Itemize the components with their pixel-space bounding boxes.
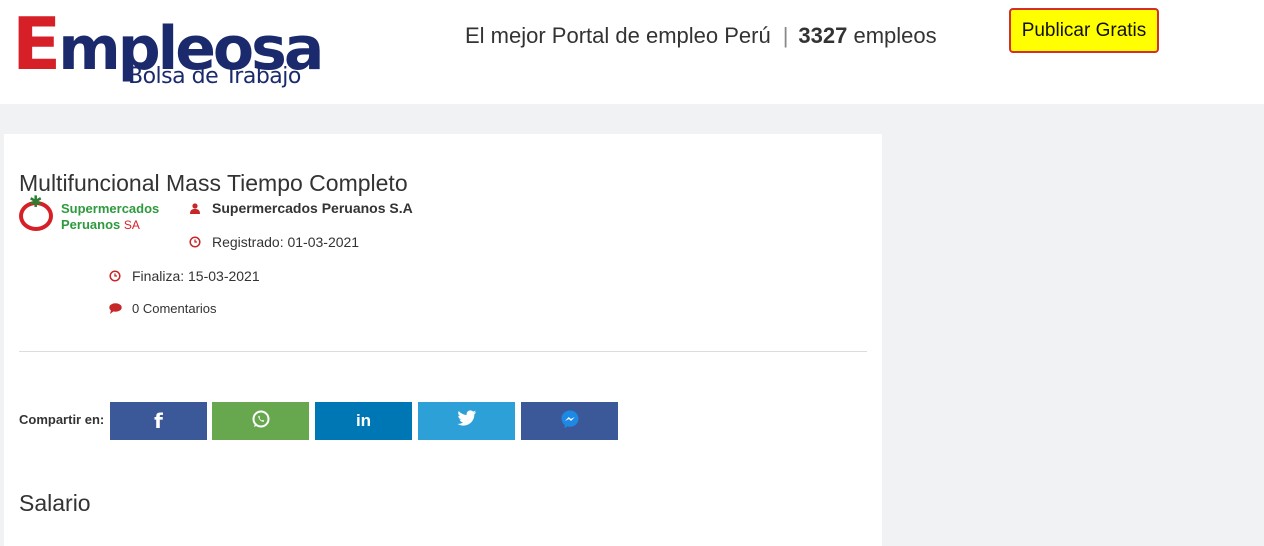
registered-meta: Registrado: 01-03-2021 [188, 234, 359, 250]
comment-icon [108, 302, 122, 316]
whatsapp-icon [251, 409, 271, 434]
registered-date: Registrado: 01-03-2021 [212, 234, 360, 250]
company-logo[interactable]: ✱ Supermercados Peruanos SA [19, 195, 171, 235]
ends-date: Finaliza: 15-03-2021 [132, 268, 260, 284]
job-count: 3327 [798, 23, 848, 48]
tagline-separator: | [782, 23, 789, 48]
tagline-text: El mejor Portal de empleo Perú [465, 23, 771, 48]
share-facebook-button[interactable]: f [110, 402, 207, 440]
company-name[interactable]: Supermercados Peruanos S.A [212, 200, 413, 216]
comments-count[interactable]: 0 Comentarios [132, 301, 217, 316]
linkedin-icon: in [355, 411, 372, 430]
share-twitter-button[interactable] [418, 402, 515, 440]
share-linkedin-button[interactable]: in [315, 402, 412, 440]
job-title: Multifuncional Mass Tiempo Completo [19, 170, 408, 196]
publish-free-button[interactable]: Publicar Gratis [1009, 8, 1159, 53]
company-logo-line2-text: Peruanos [61, 217, 121, 232]
share-messenger-button[interactable] [521, 402, 618, 440]
user-icon [188, 201, 202, 215]
company-logo-sa: SA [123, 218, 140, 232]
clock-icon [108, 269, 122, 283]
site-header: Empleosa Bolsa de Trabajo El mejor Porta… [0, 0, 1264, 104]
messenger-icon [560, 409, 580, 434]
comments-meta: 0 Comentarios [108, 301, 217, 316]
ends-meta: Finaliza: 15-03-2021 [108, 268, 260, 284]
company-meta: Supermercados Peruanos S.A [188, 200, 413, 216]
job-count-suffix: empleos [853, 23, 937, 48]
job-card: Multifuncional Mass Tiempo Completo ✱ Su… [4, 134, 882, 546]
facebook-icon: f [154, 409, 163, 433]
clock-icon [188, 235, 202, 249]
logo-subtitle: Bolsa de Trabajo [128, 64, 301, 89]
company-logo-line1: Supermercados [61, 201, 160, 216]
divider [19, 351, 867, 352]
share-whatsapp-button[interactable] [212, 402, 309, 440]
header-tagline: El mejor Portal de empleo Perú | 3327 empl… [465, 22, 937, 50]
leaf-icon: ✱ [29, 194, 43, 211]
salary-heading: Salario [19, 490, 91, 516]
site-logo[interactable]: Empleosa Bolsa de Trabajo [12, 8, 324, 98]
company-logo-line2: Peruanos SA [61, 217, 140, 232]
share-label: Compartir en: [19, 412, 105, 427]
logo-initial: E [12, 2, 61, 86]
twitter-icon [457, 410, 477, 432]
